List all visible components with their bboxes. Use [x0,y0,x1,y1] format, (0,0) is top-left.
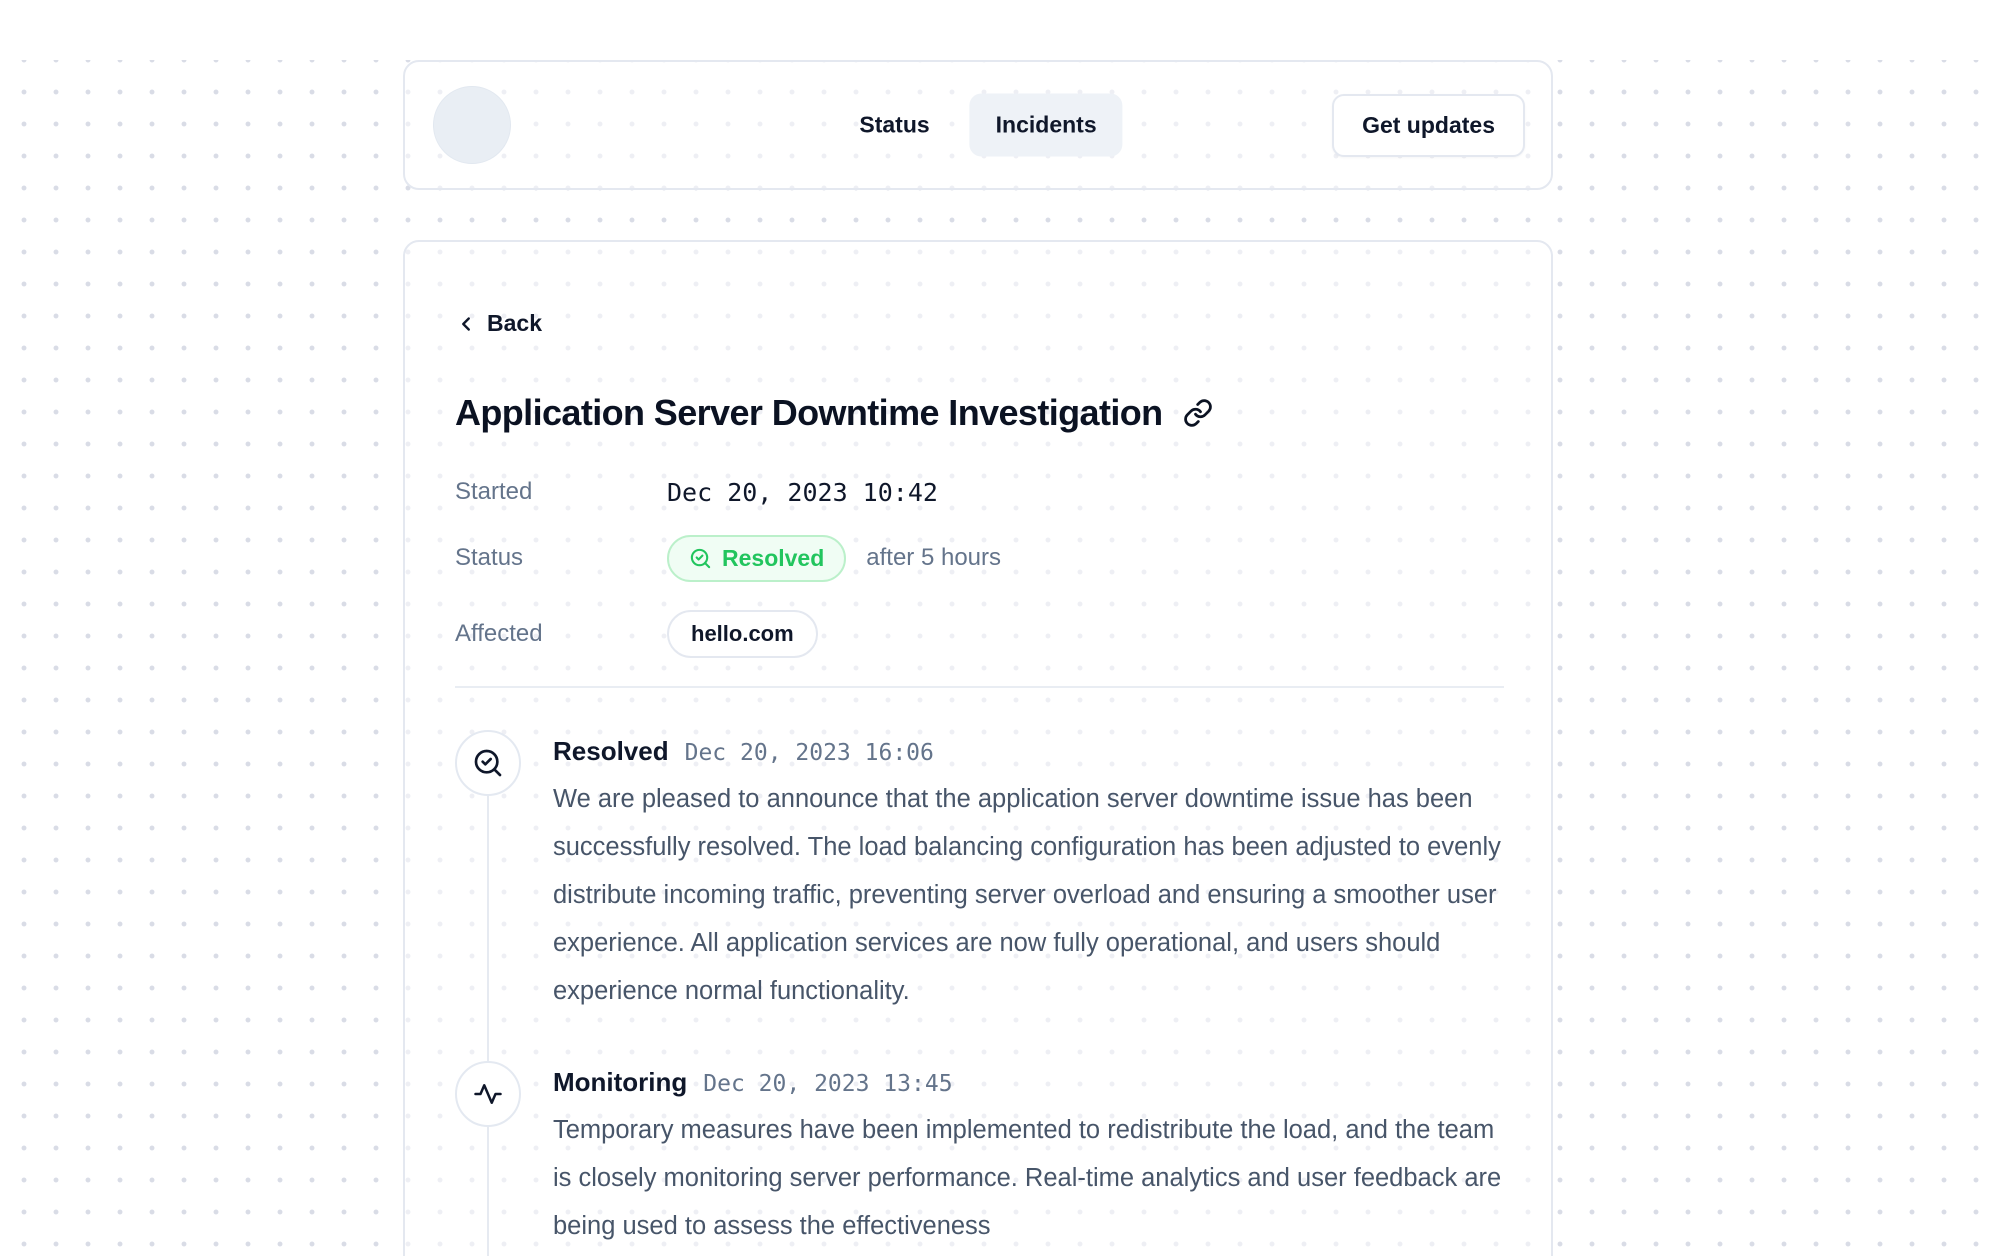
timeline-entry-monitoring: Monitoring Dec 20, 2023 13:45 Temporary … [455,1061,1504,1250]
timeline-icon-circle [455,1061,521,1127]
timeline-entry-timestamp: Dec 20, 2023 16:06 [685,740,934,766]
tab-incidents[interactable]: Incidents [970,94,1123,157]
meta-row-status: Status Resolved after 5 hours [455,535,1504,582]
status-badge: Resolved [667,535,846,582]
timeline-icon-circle [455,730,521,796]
started-label: Started [455,478,667,506]
meta-row-started: Started Dec 20, 2023 10:42 [455,478,1504,507]
nav-tabs: Status Incidents [833,94,1122,157]
timeline-entry-body: We are pleased to announce that the appl… [553,775,1503,1015]
page-container: Status Incidents Get updates Back Applic… [403,60,1553,1256]
timeline-entry-head: Monitoring Dec 20, 2023 13:45 [553,1067,1503,1098]
incident-title: Application Server Downtime Investigatio… [455,392,1163,434]
status-badge-label: Resolved [722,545,824,572]
status-label: Status [455,544,667,572]
affected-label: Affected [455,620,667,648]
timeline-entry-content: Monitoring Dec 20, 2023 13:45 Temporary … [553,1061,1503,1250]
divider [455,686,1504,688]
status-duration-text: after 5 hours [866,544,1001,572]
back-link[interactable]: Back [455,310,542,337]
affected-component-pill: hello.com [667,610,818,658]
chevron-left-icon [455,313,477,335]
get-updates-button[interactable]: Get updates [1332,94,1525,157]
timeline-entry-status: Monitoring [553,1067,687,1098]
activity-icon [473,1079,503,1109]
timeline-entry-body: Temporary measures have been implemented… [553,1106,1503,1250]
incident-meta: Started Dec 20, 2023 10:42 Status Resolv… [455,478,1504,658]
incident-detail-card: Back Application Server Downtime Investi… [403,240,1553,1256]
tab-status[interactable]: Status [833,94,955,157]
timeline-entry-content: Resolved Dec 20, 2023 16:06 We are pleas… [553,730,1503,1015]
timeline-entry-status: Resolved [553,736,669,767]
started-value: Dec 20, 2023 10:42 [667,478,938,507]
back-label: Back [487,310,542,337]
timeline-entry-timestamp: Dec 20, 2023 13:45 [703,1071,952,1097]
top-nav-card: Status Incidents Get updates [403,60,1553,190]
incident-timeline: Resolved Dec 20, 2023 16:06 We are pleas… [455,730,1504,1250]
timeline-entry-head: Resolved Dec 20, 2023 16:06 [553,736,1503,767]
site-logo-placeholder [433,86,511,164]
permalink-icon[interactable] [1183,398,1213,428]
title-row: Application Server Downtime Investigatio… [455,392,1504,434]
timeline-entry-resolved: Resolved Dec 20, 2023 16:06 We are pleas… [455,730,1504,1015]
search-check-icon [472,747,504,779]
meta-row-affected: Affected hello.com [455,610,1504,658]
search-check-icon [689,547,712,570]
